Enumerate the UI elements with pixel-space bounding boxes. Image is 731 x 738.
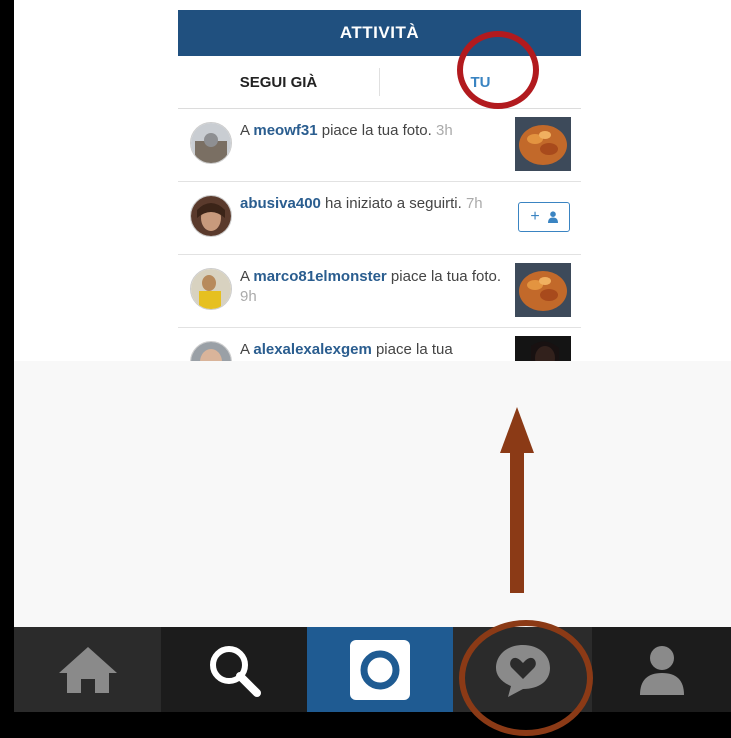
username-link[interactable]: alexalexalexgem [253, 341, 371, 358]
activity-prefix: A [240, 341, 254, 358]
activity-feed: A meowf31 piace la tua foto. 3h abusiva4… [178, 109, 581, 361]
activity-action: ha iniziato a seguirti. [320, 195, 466, 212]
up-arrow-icon [500, 407, 534, 593]
list-item[interactable]: abusiva400 ha iniziato a seguirti. 7h + [178, 182, 581, 255]
tab-camera[interactable] [307, 627, 453, 712]
list-item[interactable]: A alexalexalexgem piace la tua [178, 328, 581, 361]
annotation-circle [459, 620, 593, 736]
photo-thumbnail[interactable] [515, 263, 571, 317]
activity-text: abusiva400 ha iniziato a seguirti. 7h [240, 194, 515, 214]
tab-following[interactable]: SEGUI GIÀ [178, 68, 380, 96]
list-item[interactable]: A marco81elmonster piace la tua foto. 9h [178, 255, 581, 328]
username-link[interactable]: marco81elmonster [253, 268, 386, 285]
avatar[interactable] [190, 268, 232, 310]
empty-area [14, 361, 731, 627]
username-link[interactable]: abusiva400 [240, 195, 321, 212]
timestamp: 7h [465, 195, 483, 212]
activity-action: piace la tua [371, 341, 453, 358]
avatar[interactable] [190, 122, 232, 164]
avatar[interactable] [190, 195, 232, 237]
activity-prefix: A [240, 122, 254, 139]
photo-thumbnail[interactable] [515, 117, 571, 171]
camera-icon [350, 639, 410, 700]
activity-action: piace la tua foto. [317, 122, 436, 139]
activity-action: piace la tua foto. [386, 268, 502, 285]
list-item[interactable]: A meowf31 piace la tua foto. 3h [178, 109, 581, 182]
annotation-circle [457, 31, 539, 109]
timestamp: 3h [435, 122, 453, 139]
activity-text: A meowf31 piace la tua foto. 3h [240, 121, 515, 141]
activity-text: A marco81elmonster piace la tua foto. 9h [240, 267, 515, 307]
timestamp: 9h [240, 288, 257, 305]
follow-button[interactable]: + [518, 202, 570, 232]
plus-icon: + [530, 208, 540, 225]
home-icon [58, 646, 117, 693]
photo-thumbnail[interactable] [515, 336, 571, 361]
phone-screen: ATTIVITÀ SEGUI GIÀ TU A meowf31 piace la… [14, 0, 731, 712]
search-icon [210, 645, 261, 697]
avatar[interactable] [190, 341, 232, 361]
tab-search[interactable] [161, 627, 307, 712]
profile-icon [639, 645, 684, 695]
tab-home[interactable] [14, 627, 161, 712]
activity-prefix: A [240, 268, 254, 285]
person-icon [547, 211, 558, 223]
activity-text: A alexalexalexgem piace la tua [240, 340, 515, 360]
tab-bar [14, 627, 731, 712]
tab-profile[interactable] [592, 627, 731, 712]
username-link[interactable]: meowf31 [253, 122, 317, 139]
